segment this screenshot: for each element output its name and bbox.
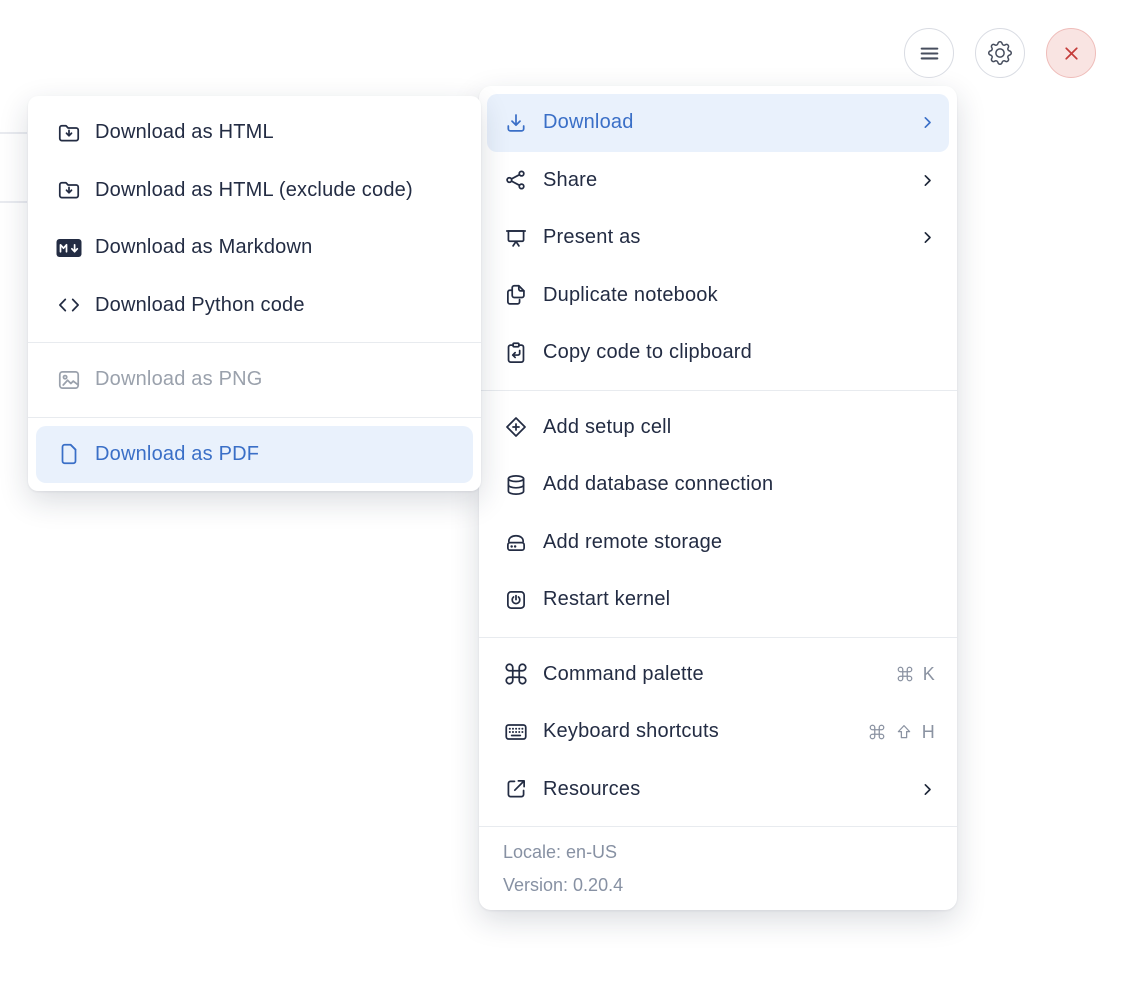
menu-item-download-as-html[interactable]: Download as HTML: [36, 104, 473, 162]
menu-item-label: Download as HTML (exclude code): [95, 178, 413, 201]
menu-group: Add setup cell Add database connection Add…: [479, 391, 957, 637]
menu-item-download[interactable]: Download: [487, 94, 949, 152]
chevron-right-icon: [920, 173, 935, 188]
cmd-key-icon: [868, 723, 886, 741]
markdown-icon: [56, 235, 82, 261]
menu-button[interactable]: [904, 28, 954, 78]
hamburger-icon: [917, 41, 942, 66]
menu-item-restart-kernel[interactable]: Restart kernel: [487, 571, 949, 629]
chevron-right-icon: [920, 115, 935, 130]
menu-item-keyboard-shortcuts[interactable]: Keyboard shortcuts H: [487, 703, 949, 761]
background-divider: [0, 132, 27, 134]
menu-item-add-setup-cell[interactable]: Add setup cell: [487, 399, 949, 457]
background-divider: [0, 201, 27, 203]
menu-item-present-as[interactable]: Present as: [487, 209, 949, 267]
present-icon: [503, 225, 529, 251]
menu-item-label: Share: [543, 168, 598, 191]
download-submenu: Download as HTML Download as HTML (exclud…: [28, 96, 481, 491]
menu-group: Download Share Present as Duplicate noteboo…: [479, 86, 957, 390]
shortcut-key: K: [922, 664, 935, 685]
menu-item-label: Add database connection: [543, 473, 774, 496]
shortcut-hint: H: [868, 723, 935, 741]
menu-item-label: Download: [543, 111, 634, 134]
menu-item-download-as-png: Download as PNG: [36, 351, 473, 409]
menu-group: Download as PDF: [28, 418, 481, 492]
menu-item-label: Command palette: [543, 662, 704, 685]
command-icon: [503, 661, 529, 687]
file-icon: [56, 441, 82, 467]
menu-item-label: Download Python code: [95, 293, 305, 316]
menu-item-label: Duplicate notebook: [543, 283, 718, 306]
menu-group: Download as HTML Download as HTML (exclud…: [28, 96, 481, 342]
menu-item-download-as-pdf[interactable]: Download as PDF: [36, 425, 473, 483]
menu-item-label: Keyboard shortcuts: [543, 720, 719, 743]
close-button[interactable]: [1046, 28, 1096, 78]
menu-footer: Locale: en-US Version: 0.20.4: [479, 827, 957, 910]
menu-item-label: Download as Markdown: [95, 236, 313, 259]
folder-download-icon: [56, 177, 82, 203]
menu-item-label: Add setup cell: [543, 415, 672, 438]
menu-item-label: Restart kernel: [543, 588, 671, 611]
menu-item-add-database-connection[interactable]: Add database connection: [487, 456, 949, 514]
settings-button[interactable]: [975, 28, 1025, 78]
share-icon: [503, 167, 529, 193]
menu-item-label: Resources: [543, 777, 641, 800]
keyboard-icon: [503, 719, 529, 745]
gear-icon: [988, 41, 1012, 65]
chevron-right-icon: [920, 782, 935, 797]
locale-text: Locale: en-US: [503, 842, 618, 862]
storage-icon: [503, 529, 529, 555]
shortcut-hint: K: [896, 665, 935, 683]
restart-icon: [503, 587, 529, 613]
floating-toolbar: [904, 28, 1096, 78]
database-icon: [503, 472, 529, 498]
code-icon: [56, 292, 82, 318]
menu-item-resources[interactable]: Resources: [487, 761, 949, 819]
menu-item-label: Copy code to clipboard: [543, 341, 752, 364]
page-background: Download Share Present as Duplicate noteboo…: [0, 0, 1130, 986]
external-link-icon: [503, 776, 529, 802]
image-icon: [56, 367, 82, 393]
menu-item-label: Download as HTML: [95, 121, 274, 144]
shift-key-icon: [895, 723, 913, 741]
menu-item-label: Download as PDF: [95, 442, 260, 465]
close-icon: [1060, 42, 1083, 65]
chevron-right-icon: [920, 230, 935, 245]
clipboard-icon: [503, 340, 529, 366]
menu-item-label: Add remote storage: [543, 530, 723, 553]
add-cell-icon: [503, 414, 529, 440]
menu-item-share[interactable]: Share: [487, 152, 949, 210]
menu-item-label: Download as PNG: [95, 368, 263, 391]
menu-item-add-remote-storage[interactable]: Add remote storage: [487, 514, 949, 572]
version-text: Version: 0.20.4: [503, 875, 624, 895]
menu-group: Command palette K Keyboard shortcuts H Resou…: [479, 638, 957, 827]
menu-group: Download as PNG: [28, 343, 481, 417]
shortcut-key: H: [921, 721, 935, 742]
menu-item-duplicate-notebook[interactable]: Duplicate notebook: [487, 267, 949, 325]
main-menu: Download Share Present as Duplicate noteboo…: [479, 86, 957, 910]
download-icon: [503, 110, 529, 136]
cmd-key-icon: [896, 665, 914, 683]
menu-item-copy-code-to-clipboard[interactable]: Copy code to clipboard: [487, 324, 949, 382]
menu-item-command-palette[interactable]: Command palette K: [487, 646, 949, 704]
menu-item-download-python-code[interactable]: Download Python code: [36, 277, 473, 335]
menu-item-download-as-html-exclude-code[interactable]: Download as HTML (exclude code): [36, 162, 473, 220]
menu-item-label: Present as: [543, 226, 641, 249]
duplicate-icon: [503, 282, 529, 308]
menu-item-download-as-markdown[interactable]: Download as Markdown: [36, 219, 473, 277]
folder-download-icon: [56, 120, 82, 146]
